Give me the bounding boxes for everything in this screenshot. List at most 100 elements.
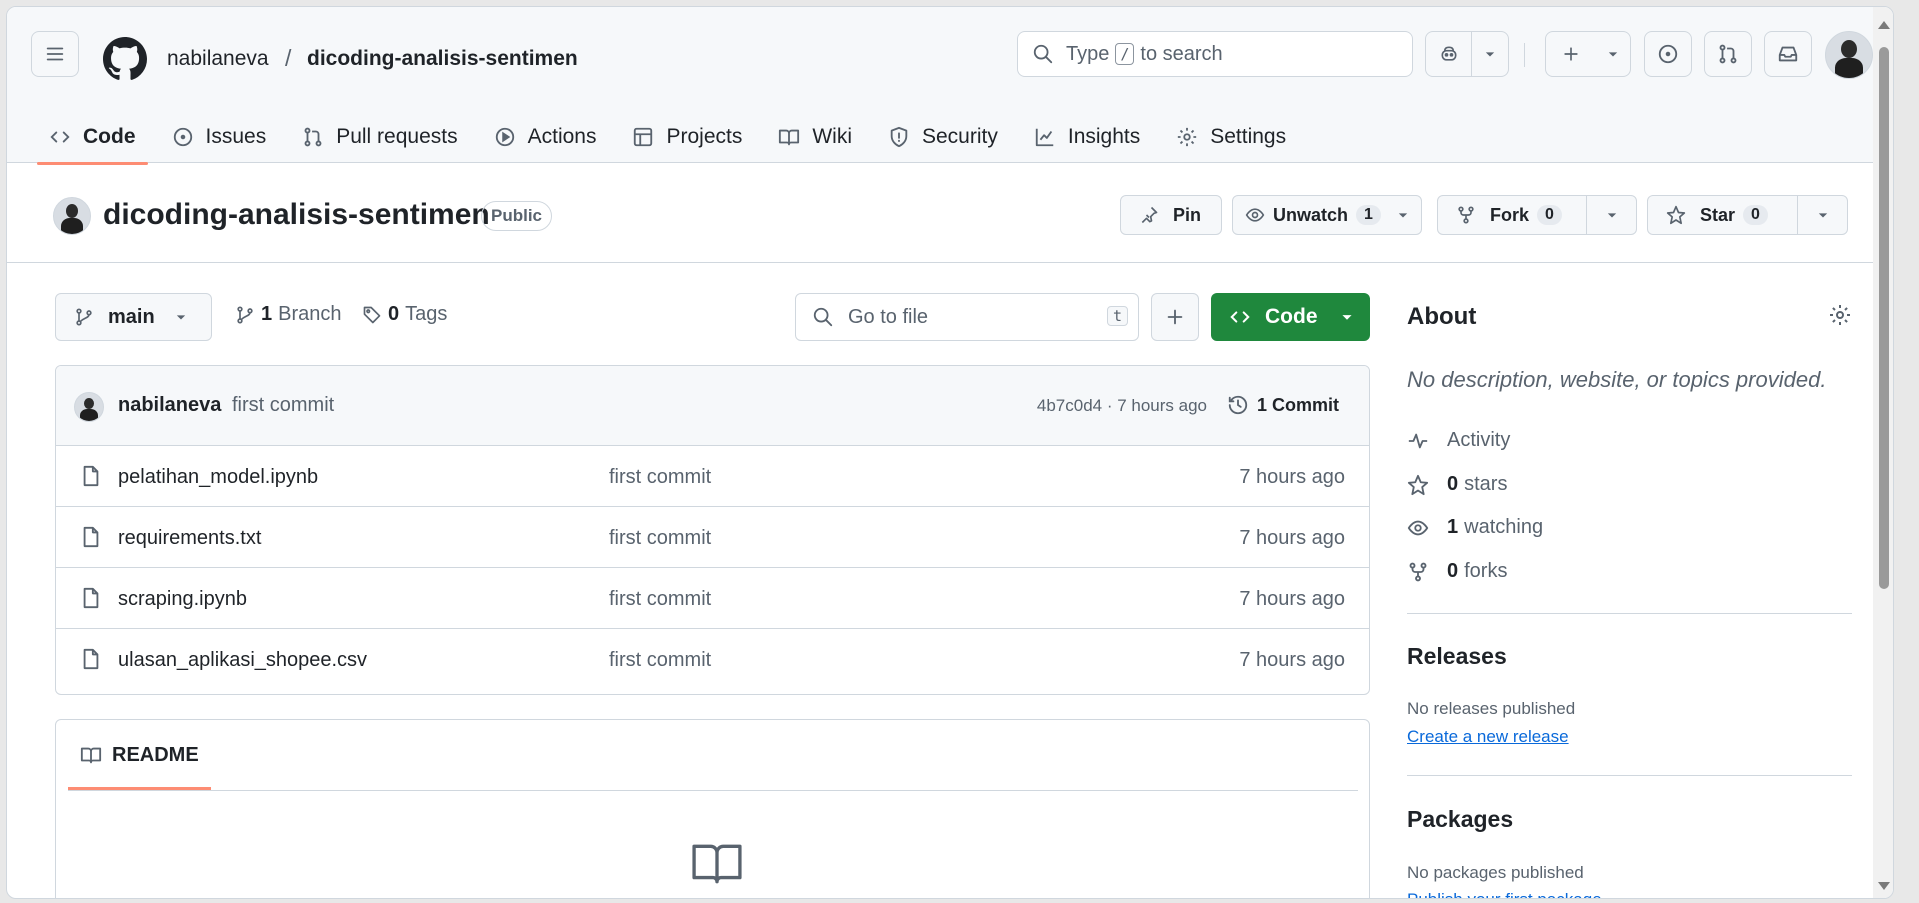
search-shortcut-key: / <box>1115 43 1135 65</box>
github-logo-icon[interactable] <box>103 37 147 81</box>
pin-icon <box>1141 206 1158 224</box>
tag-label: Tags <box>405 303 448 325</box>
repo-link[interactable]: dicoding-analisis-sentimen <box>307 47 578 71</box>
file-icon <box>83 526 99 548</box>
header-divider <box>1524 43 1525 67</box>
fork-button[interactable]: Fork 0 <box>1437 195 1637 235</box>
commit-author-avatar[interactable] <box>74 392 104 422</box>
scroll-down-arrow[interactable] <box>1878 882 1890 890</box>
scroll-up-arrow[interactable] <box>1878 21 1890 29</box>
code-button-label: Code <box>1265 305 1318 328</box>
commit-author[interactable]: nabilaneva <box>118 394 221 417</box>
book-icon <box>692 844 742 884</box>
search-icon <box>1033 44 1053 64</box>
gear-icon[interactable] <box>1828 303 1852 327</box>
table-row[interactable]: requirements.txt first commit 7 hours ag… <box>56 507 1369 568</box>
chevron-down-icon <box>176 315 185 320</box>
forks-label: forks <box>1464 560 1508 582</box>
tab-projects[interactable]: Projects <box>620 115 754 159</box>
go-to-file-input[interactable]: Go to file t <box>795 293 1139 341</box>
publish-package-link[interactable]: Publish your first package <box>1407 890 1602 898</box>
file-age: 7 hours ago <box>1239 527 1345 549</box>
watching-label: watching <box>1464 516 1544 538</box>
visibility-badge: Public <box>481 201 553 231</box>
hamburger-menu-button[interactable] <box>31 31 79 77</box>
latest-commit-row: nabilaneva first commit 4b7c0d4 · 7 hour… <box>56 366 1369 446</box>
file-commit-message[interactable]: first commit <box>609 588 711 611</box>
owner-link[interactable]: nabilaneva <box>167 47 269 71</box>
table-row[interactable]: pelatihan_model.ipynb first commit 7 hou… <box>56 446 1369 507</box>
readme-tab-label: README <box>112 743 199 766</box>
pin-button[interactable]: Pin <box>1120 195 1222 235</box>
commit-message[interactable]: first commit <box>232 394 334 417</box>
tab-label: Insights <box>1067 125 1141 148</box>
repo-title-bar: dicoding-analisis-sentimen Public Pin Un… <box>7 163 1893 263</box>
file-commit-message[interactable]: first commit <box>609 527 711 550</box>
file-name[interactable]: pelatihan_model.ipynb <box>118 466 318 489</box>
activity-link[interactable]: Activity <box>1407 429 1510 452</box>
tab-pull-requests[interactable]: Pull requests <box>290 115 469 159</box>
file-name[interactable]: requirements.txt <box>118 527 261 550</box>
packages-heading[interactable]: Packages <box>1407 806 1513 833</box>
copilot-button[interactable] <box>1425 31 1509 77</box>
activity-label: Activity <box>1447 429 1511 451</box>
tab-code[interactable]: Code <box>37 115 148 165</box>
star-icon <box>1666 205 1686 225</box>
watch-counter: 1 <box>1356 205 1381 225</box>
fork-dropdown[interactable] <box>1586 196 1636 234</box>
create-new-button[interactable] <box>1545 31 1631 77</box>
issues-button[interactable] <box>1644 31 1692 77</box>
branch-count: 1 <box>261 303 273 325</box>
search-icon <box>813 307 833 327</box>
file-name[interactable]: scraping.ipynb <box>118 588 247 611</box>
branch-selector[interactable]: main <box>55 293 212 341</box>
stars-link[interactable]: 0 stars <box>1407 473 1507 496</box>
owner-avatar[interactable] <box>53 197 91 235</box>
hamburger-icon <box>46 47 64 61</box>
star-label: Star <box>1700 204 1736 225</box>
file-commit-message[interactable]: first commit <box>609 649 711 672</box>
tags-link[interactable]: 0 Tags <box>362 303 447 326</box>
pull-requests-button[interactable] <box>1704 31 1752 77</box>
plus-icon <box>1564 47 1578 61</box>
tab-issues[interactable]: Issues <box>160 115 279 159</box>
code-dropdown-button[interactable]: Code <box>1211 293 1370 341</box>
inbox-button[interactable] <box>1764 31 1812 77</box>
unwatch-button[interactable]: Unwatch 1 <box>1232 195 1422 235</box>
create-release-link[interactable]: Create a new release <box>1407 727 1569 747</box>
tab-label: Code <box>83 125 136 148</box>
forks-link[interactable]: 0 forks <box>1407 560 1507 583</box>
repo-title[interactable]: dicoding-analisis-sentimen <box>103 198 490 232</box>
chevron-down-icon <box>1398 213 1408 218</box>
star-dropdown[interactable] <box>1797 196 1847 234</box>
add-file-button[interactable] <box>1151 293 1199 341</box>
graph-icon <box>1035 128 1054 147</box>
file-commit-message[interactable]: first commit <box>609 466 711 489</box>
file-name[interactable]: ulasan_aplikasi_shopee.csv <box>118 649 367 672</box>
search-input[interactable]: Type / to search <box>1017 31 1413 77</box>
file-icon <box>83 465 99 487</box>
tab-security[interactable]: Security <box>876 115 1010 159</box>
chevron-down-icon <box>1607 213 1616 218</box>
chevron-down-icon <box>1818 213 1827 218</box>
tag-count: 0 <box>388 303 400 325</box>
branches-link[interactable]: 1 Branch <box>235 303 342 326</box>
tab-insights[interactable]: Insights <box>1022 115 1152 159</box>
star-button[interactable]: Star 0 <box>1647 195 1848 235</box>
tab-actions[interactable]: Actions <box>482 115 609 159</box>
releases-heading[interactable]: Releases <box>1407 643 1507 670</box>
star-icon <box>1407 474 1429 495</box>
user-avatar[interactable] <box>1825 31 1873 79</box>
tab-settings[interactable]: Settings <box>1164 115 1298 159</box>
releases-empty-text: No releases published <box>1407 699 1576 718</box>
readme-tab[interactable]: README <box>68 720 211 790</box>
table-row[interactable]: scraping.ipynb first commit 7 hours ago <box>56 568 1369 629</box>
table-row[interactable]: ulasan_aplikasi_shopee.csv first commit … <box>56 629 1369 690</box>
page-scrollbar[interactable] <box>1873 7 1893 898</box>
commit-sha-time[interactable]: 4b7c0d4 · 7 hours ago <box>1037 396 1207 416</box>
scroll-thumb[interactable] <box>1879 47 1889 589</box>
watching-link[interactable]: 1 watching <box>1407 516 1543 539</box>
commits-link[interactable]: 1 Commit <box>1227 394 1339 416</box>
issue-icon <box>1658 44 1678 64</box>
tab-wiki[interactable]: Wiki <box>766 115 864 159</box>
